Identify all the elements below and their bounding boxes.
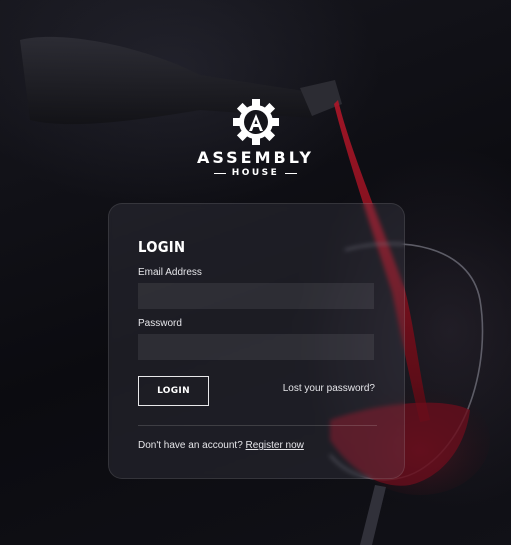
password-field[interactable] — [138, 334, 374, 360]
email-label: Email Address — [138, 267, 202, 278]
brand-subname: HOUSE — [0, 168, 511, 178]
divider-right — [285, 172, 298, 174]
login-card: LOGIN Email Address Password LOGIN Lost … — [108, 203, 405, 479]
card-divider — [138, 425, 377, 426]
email-field[interactable] — [138, 283, 374, 309]
lost-password-link[interactable]: Lost your password? — [283, 383, 375, 394]
gear-a-icon — [232, 99, 279, 145]
login-title: LOGIN — [138, 238, 186, 256]
brand-name: ASSEMBLY — [196, 148, 315, 167]
signup-prompt: Don't have an account? Register now — [138, 440, 304, 451]
brand-subname-text: HOUSE — [231, 168, 280, 178]
password-label: Password — [138, 318, 182, 329]
login-button[interactable]: LOGIN — [138, 376, 209, 406]
brand-logo: ASSEMBLY HOUSE — [0, 98, 511, 178]
register-link[interactable]: Register now — [246, 440, 304, 451]
no-account-text: Don't have an account? — [138, 440, 246, 451]
divider-left — [213, 172, 226, 174]
